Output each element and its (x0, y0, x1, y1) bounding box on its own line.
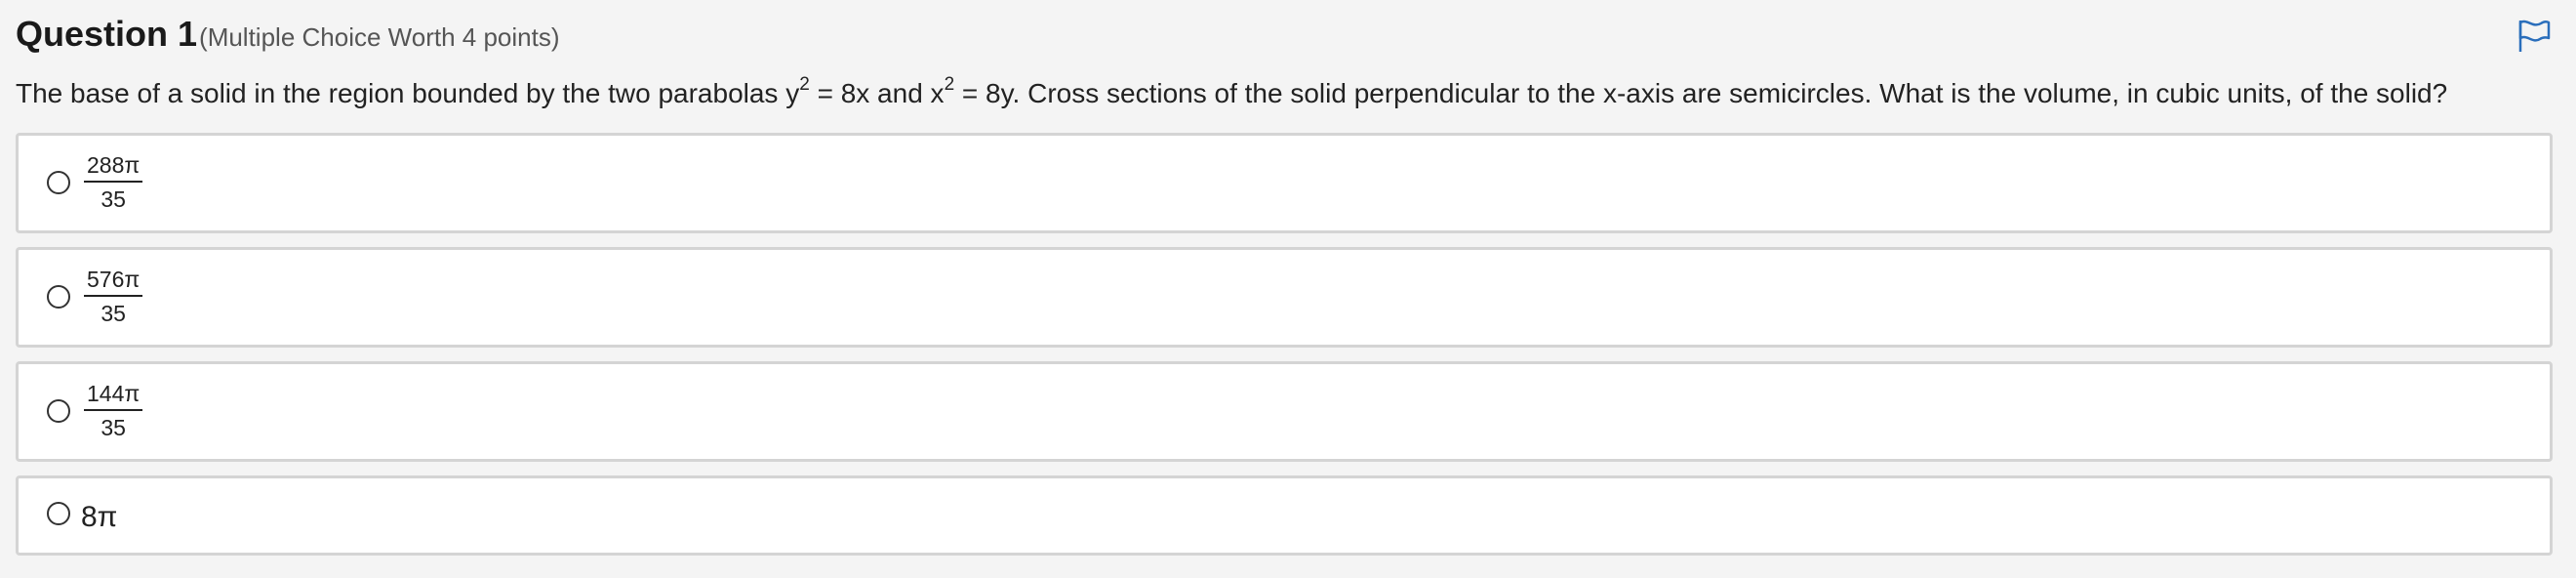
fraction-denominator: 35 (101, 415, 126, 440)
radio-button[interactable] (47, 502, 70, 525)
fraction-numerator: 288π (84, 151, 143, 183)
question-header: Question 1 (Multiple Choice Worth 4 poin… (16, 14, 559, 61)
radio-button[interactable] (47, 285, 70, 309)
answer-option-b[interactable]: 576π 35 (16, 247, 2553, 348)
flag-icon[interactable] (2516, 18, 2553, 55)
fraction-numerator: 576π (84, 266, 143, 297)
answer-option-a[interactable]: 288π 35 (16, 133, 2553, 233)
answer-text: 8π (81, 501, 118, 533)
question-text: The base of a solid in the region bounde… (16, 74, 2553, 113)
fraction-denominator: 35 (101, 186, 126, 212)
fraction-denominator: 35 (101, 301, 126, 326)
fraction: 288π 35 (84, 151, 143, 213)
question-title: Question 1 (16, 14, 198, 54)
radio-button[interactable] (47, 171, 70, 194)
fraction: 144π 35 (84, 380, 143, 441)
answer-option-c[interactable]: 144π 35 (16, 361, 2553, 462)
superscript: 2 (799, 73, 810, 95)
radio-button[interactable] (47, 399, 70, 423)
question-text-part: = 8y. Cross sections of the solid perpen… (954, 78, 2448, 108)
question-text-part: = 8x and x (809, 78, 945, 108)
question-subtitle: (Multiple Choice Worth 4 points) (199, 22, 560, 52)
fraction: 576π 35 (84, 266, 143, 327)
fraction-numerator: 144π (84, 380, 143, 411)
answer-option-d[interactable]: 8π (16, 475, 2553, 556)
superscript: 2 (944, 73, 955, 95)
question-text-part: The base of a solid in the region bounde… (16, 78, 800, 108)
answer-options: 288π 35 576π 35 144π 35 8π (16, 133, 2553, 569)
